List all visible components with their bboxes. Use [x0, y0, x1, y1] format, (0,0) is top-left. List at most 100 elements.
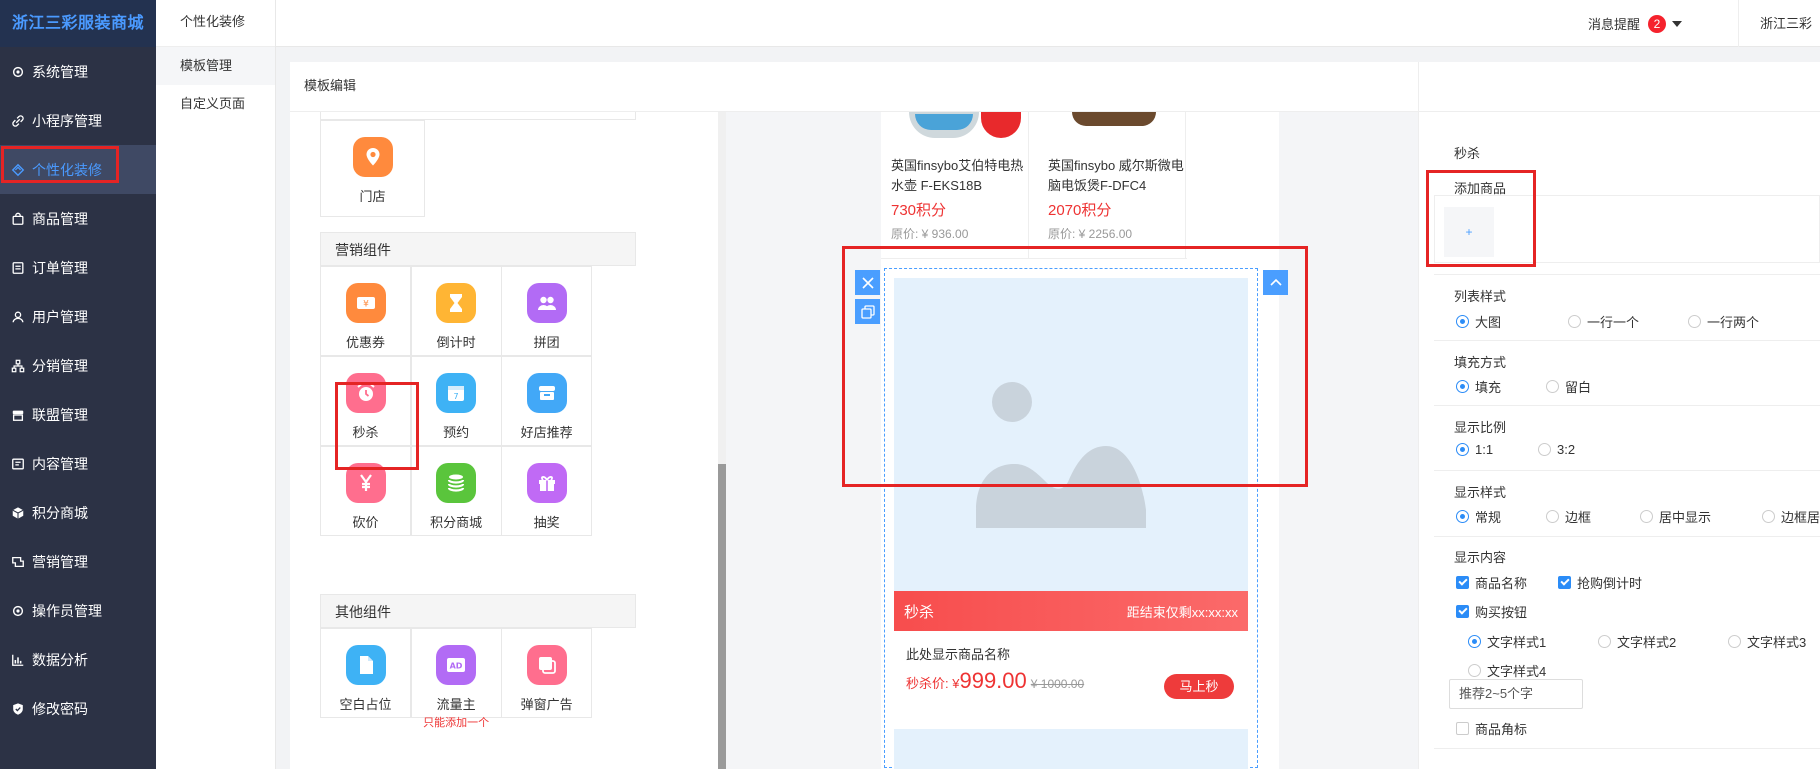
sidebar-item[interactable]: 联盟管理: [0, 390, 156, 439]
gear-icon: [10, 64, 26, 80]
text-style-option-4[interactable]: 文字样式4: [1468, 661, 1546, 680]
submenu-item-template[interactable]: 模板管理: [156, 47, 275, 85]
display-style-option-normal[interactable]: 常规: [1456, 507, 1501, 526]
seckill-countdown: 距结束仅剩xx:xx:xx: [1126, 605, 1238, 620]
image-placeholder: [894, 278, 1248, 591]
component-item[interactable]: 砍价: [320, 446, 411, 536]
seckill-price: 秒杀价: ¥ 999.00 ¥ 1000.00: [906, 668, 1084, 694]
radio-icon: [1728, 635, 1741, 648]
svg-text:7: 7: [454, 392, 459, 401]
list-style-option-one[interactable]: 一行一个: [1568, 312, 1639, 331]
radio-icon: [1546, 380, 1559, 393]
user-menu[interactable]: 浙江三彩: [1760, 0, 1812, 47]
svg-text:¥: ¥: [363, 300, 369, 310]
component-label: 弹窗广告: [520, 697, 573, 712]
message-dropdown[interactable]: 消息提醒 2: [1588, 0, 1683, 47]
add-goods-button[interactable]: +: [1444, 207, 1494, 257]
sidebar-item-label: 系统管理: [32, 63, 88, 80]
gear-icon: [10, 603, 26, 619]
marketing-icon: [10, 554, 26, 570]
submenu-item-custom-page[interactable]: 自定义页面: [156, 85, 275, 123]
image-placeholder-icon: [976, 382, 1146, 528]
sidebar-item[interactable]: 营销管理: [0, 537, 156, 586]
seckill-buy-button[interactable]: 马上秒: [1164, 674, 1234, 699]
card-divider: [881, 258, 1187, 259]
list-style-option-large[interactable]: 大图: [1456, 312, 1501, 331]
product-card[interactable]: 英国finsybo艾伯特电热水壶 F-EKS18B 730积分 原价: ¥ 93…: [881, 112, 1029, 258]
sidebar-item-label: 联盟管理: [32, 406, 88, 423]
seckill-label: 秒杀: [904, 604, 935, 621]
text-style-option-3[interactable]: 文字样式3: [1728, 632, 1806, 651]
show-product-name-checkbox[interactable]: 商品名称: [1456, 573, 1527, 592]
component-item[interactable]: AD 流量主 只能添加一个: [410, 628, 502, 729]
fill-mode-option-blank[interactable]: 留白: [1546, 377, 1591, 396]
text-style-option-2[interactable]: 文字样式2: [1598, 632, 1676, 651]
component-item[interactable]: 拼团: [501, 266, 593, 356]
show-buy-button-checkbox[interactable]: 购买按钮: [1456, 602, 1527, 621]
coupon-icon: ¥: [345, 283, 386, 323]
sidebar-item[interactable]: 个性化装修: [0, 145, 156, 194]
product-title: 英国finsybo艾伯特电热水壶 F-EKS18B: [891, 158, 1024, 193]
radio-icon: [1468, 664, 1481, 677]
component-item[interactable]: 秒杀: [320, 356, 411, 446]
sidebar-item[interactable]: 操作员管理: [0, 586, 156, 635]
display-style-option-center[interactable]: 居中显示: [1640, 507, 1711, 526]
component-item[interactable]: 弹窗广告: [501, 628, 593, 718]
component-item[interactable]: 7 预约: [410, 356, 502, 446]
show-countdown-checkbox[interactable]: 抢购倒计时: [1558, 573, 1642, 592]
sidebar-item[interactable]: 小程序管理: [0, 96, 156, 145]
display-style-label: 显示样式: [1454, 485, 1507, 500]
submenu-title: 个性化装修: [156, 0, 275, 47]
group-icon: [526, 283, 567, 323]
message-count-badge: 2: [1648, 14, 1667, 33]
seckill-product-name: 此处显示商品名称: [906, 647, 1011, 662]
sidebar-item-label: 商品管理: [32, 210, 88, 227]
component-item[interactable]: 积分商城: [410, 446, 502, 536]
component-store[interactable]: 门店: [320, 120, 425, 217]
display-style-option-border[interactable]: 边框: [1546, 507, 1591, 526]
radio-icon: [1688, 315, 1701, 328]
divider: [1419, 111, 1820, 112]
sidebar-item[interactable]: 数据分析: [0, 635, 156, 684]
sidebar-item-label: 数据分析: [32, 651, 88, 668]
sidebar-item[interactable]: 修改密码: [0, 684, 156, 733]
sidebar-item[interactable]: 积分商城: [0, 488, 156, 537]
sidebar-item-label: 订单管理: [32, 259, 88, 276]
product-card[interactable]: 英国finsybo 威尔斯微电脑电饭煲F-DFC4 2070积分 原价: ¥ 2…: [1038, 112, 1186, 258]
sidebar-item[interactable]: 用户管理: [0, 292, 156, 341]
button-text-input[interactable]: 推荐2~5个字: [1449, 679, 1583, 709]
fill-mode-option-fill[interactable]: 填充: [1456, 377, 1501, 396]
alarm-clock-icon: [345, 373, 386, 413]
text-style-option-1[interactable]: 文字样式1: [1468, 632, 1546, 651]
sidebar-item[interactable]: 分销管理: [0, 341, 156, 390]
display-style-option-border-center[interactable]: 边框居: [1762, 507, 1820, 526]
sidebar-item[interactable]: 内容管理: [0, 439, 156, 488]
sidebar-item[interactable]: 商品管理: [0, 194, 156, 243]
sidebar-item-label: 小程序管理: [32, 112, 102, 129]
component-item[interactable]: 好店推荐: [501, 356, 593, 446]
product-corner-checkbox[interactable]: 商品角标: [1456, 719, 1527, 738]
jd-sale-badge: [981, 112, 1021, 138]
ad-icon: AD: [436, 645, 477, 685]
previous-row-edge: [320, 112, 636, 120]
sidebar-item[interactable]: 系统管理: [0, 47, 156, 96]
component-item[interactable]: 倒计时: [410, 266, 502, 356]
sidebar-item-label: 操作员管理: [32, 602, 102, 619]
sidebar-item-label: 积分商城: [32, 504, 88, 521]
component-item[interactable]: 空白占位: [320, 628, 411, 718]
blank-page-icon: [345, 645, 386, 685]
radio-icon: [1640, 510, 1653, 523]
move-up-button[interactable]: [1263, 270, 1288, 295]
sidebar-item[interactable]: 订单管理: [0, 243, 156, 292]
component-item[interactable]: 抽奖: [501, 446, 593, 536]
component-scrollbar-thumb[interactable]: [718, 464, 726, 769]
component-item[interactable]: ¥ 优惠券: [320, 266, 411, 356]
list-style-option-two[interactable]: 一行两个: [1688, 312, 1759, 331]
component-label: 好店推荐: [520, 425, 573, 440]
component-label: 拼团: [533, 335, 560, 350]
delete-module-button[interactable]: [855, 270, 880, 295]
ratio-option-3-2[interactable]: 3:2: [1538, 442, 1575, 457]
copy-module-button[interactable]: [855, 299, 880, 324]
ratio-option-1-1[interactable]: 1:1: [1456, 442, 1493, 457]
radio-icon: [1468, 635, 1481, 648]
